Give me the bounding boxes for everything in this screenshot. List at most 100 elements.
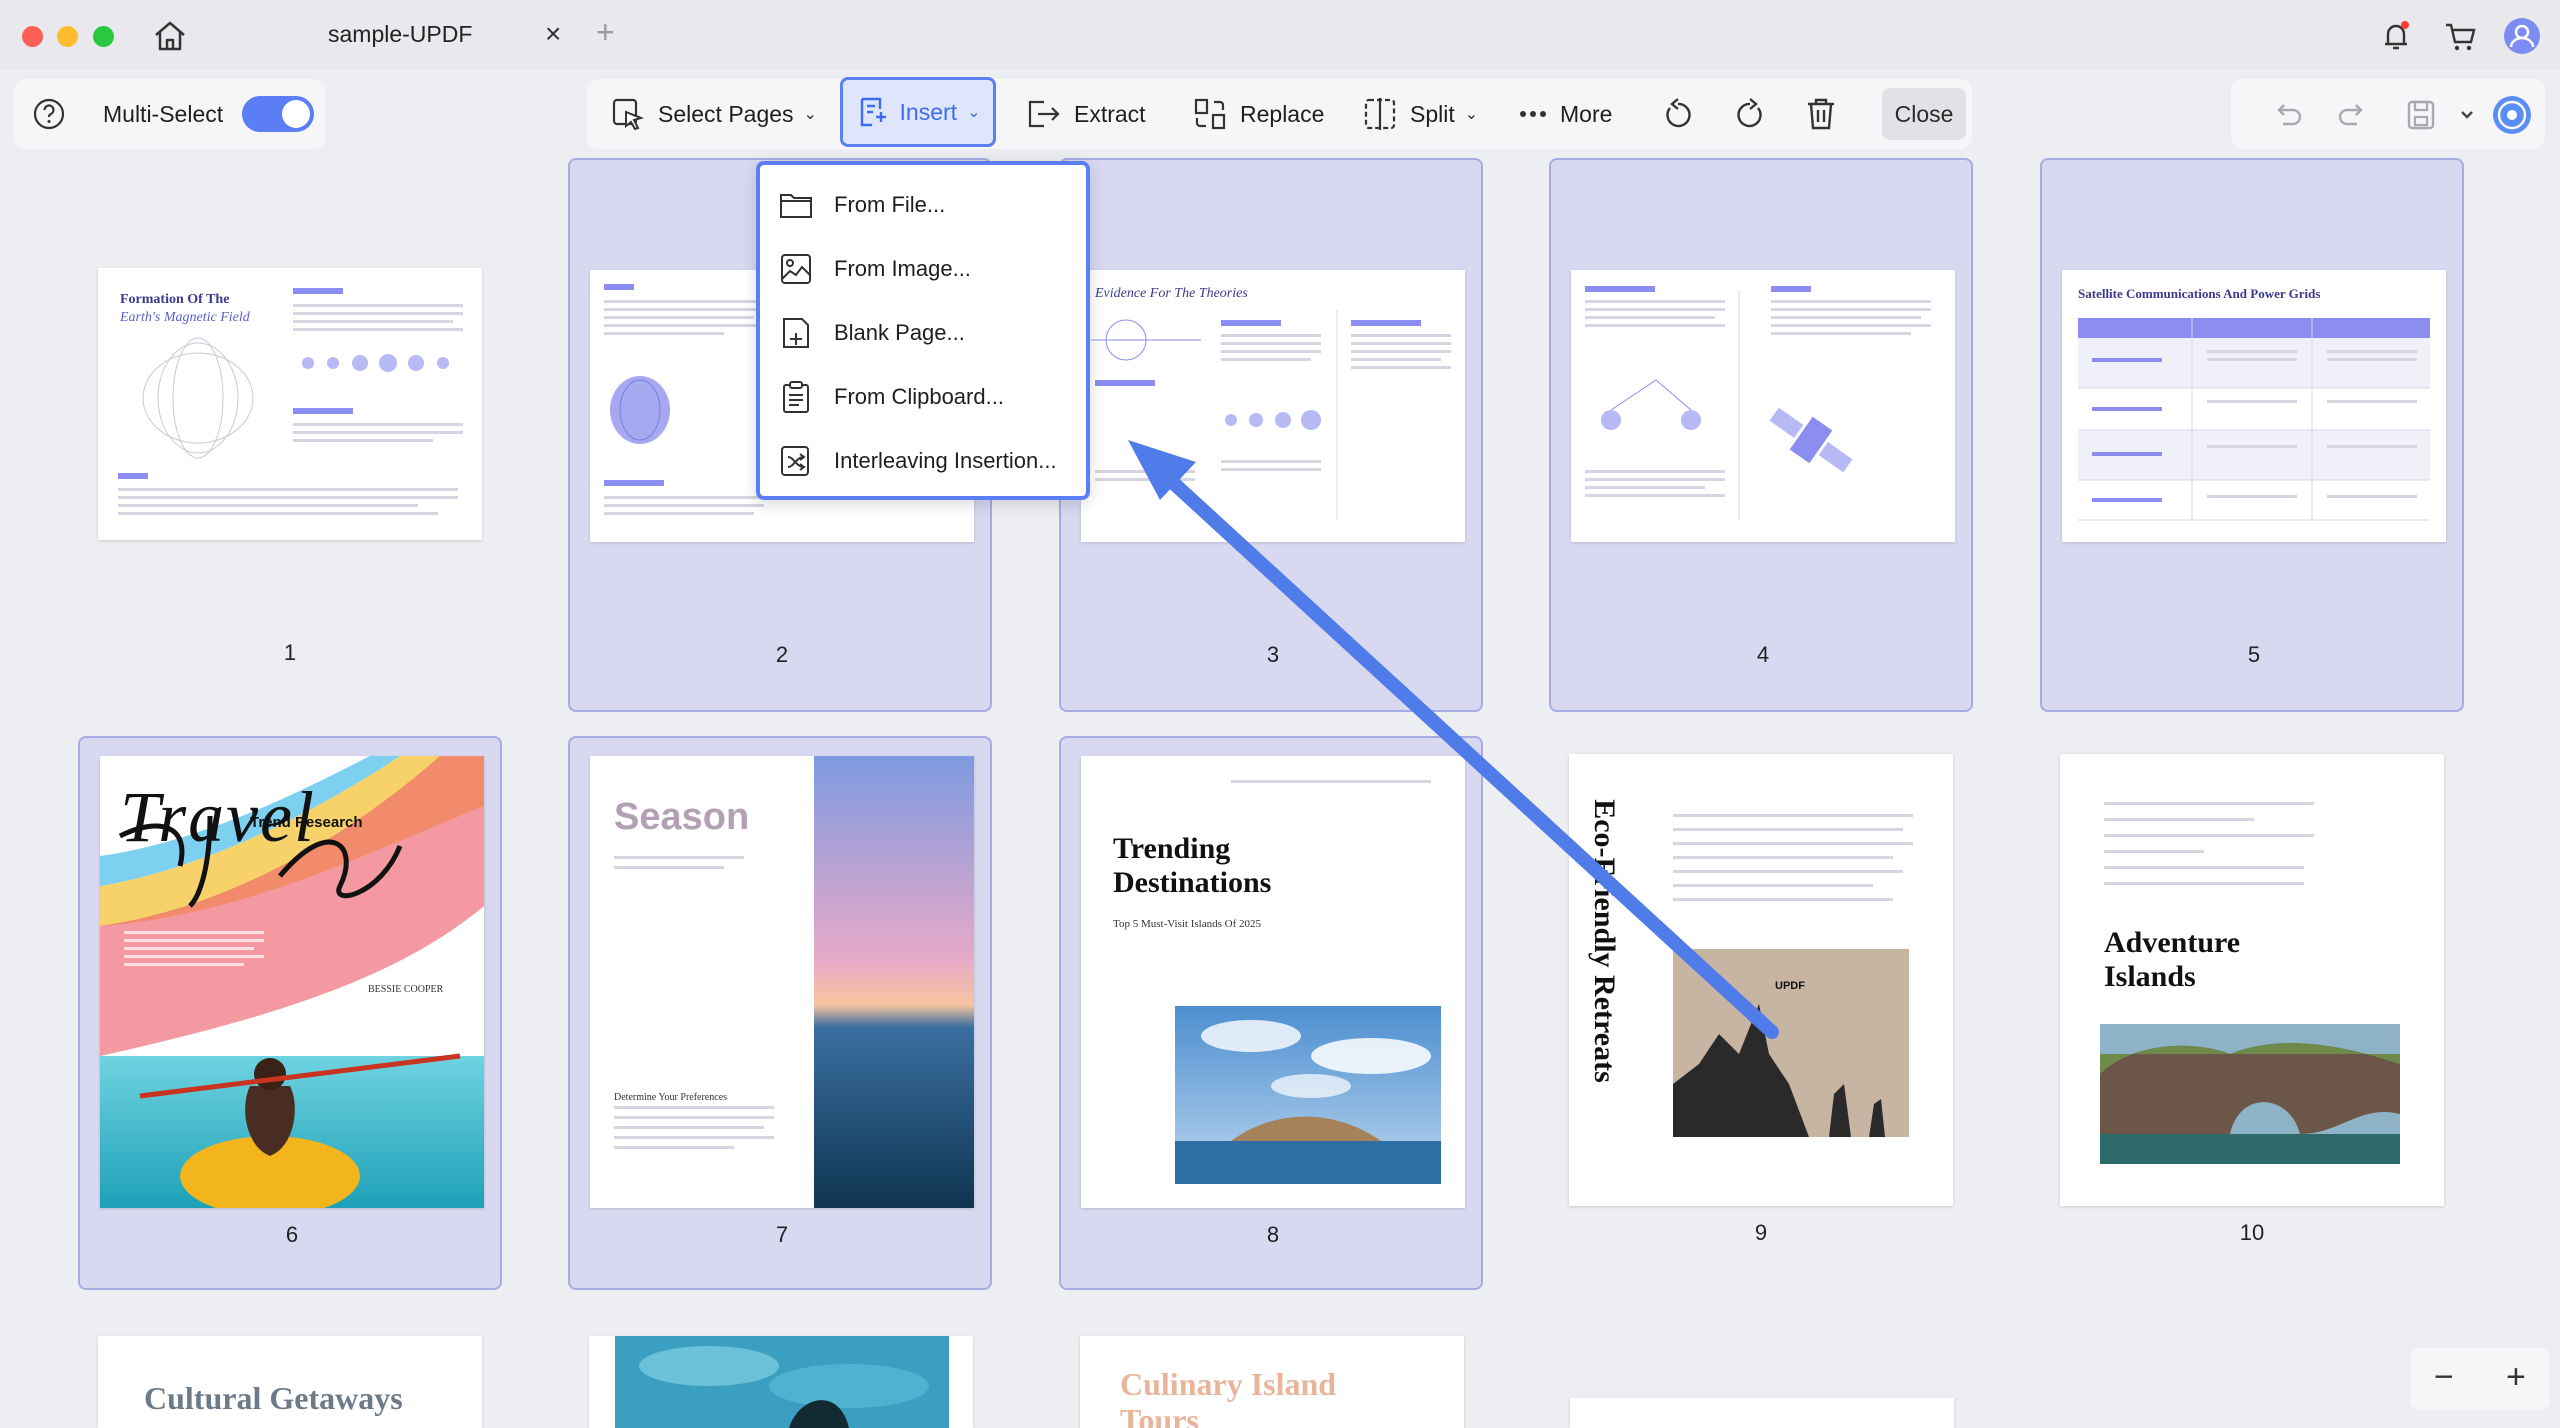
menu-item-from-file[interactable]: From File...: [778, 185, 945, 225]
cart-icon[interactable]: [2440, 16, 2480, 56]
zoom-window-button[interactable]: [93, 26, 114, 47]
page-number: 5: [2247, 642, 2261, 667]
tab-title: sample-UPDF: [328, 21, 473, 47]
page-thumbnail: Cultural Getaways: [98, 1336, 482, 1428]
page-card[interactable]: Evidence For The Theories 3: [1059, 158, 1483, 712]
rotate-right-button[interactable]: [1732, 79, 1780, 149]
menu-item-interleaving-insertion[interactable]: Interleaving Insertion...: [778, 441, 1057, 481]
select-pages-button[interactable]: Select Pages ⌄: [610, 79, 817, 149]
page-thumbnail: Evidence For The Theories: [1081, 270, 1465, 542]
extract-button[interactable]: Extract: [1024, 79, 1146, 149]
underwater-photo: [615, 1336, 949, 1428]
page-title: Travel: [120, 777, 317, 857]
page-number: 4: [1756, 642, 1770, 667]
image-icon: [781, 254, 811, 284]
insert-label: Insert: [899, 98, 958, 125]
page-thumbnail: Season Determine Your Preferences: [590, 756, 974, 1208]
page-card[interactable]: Satellite Communications And Power Grids…: [2040, 158, 2464, 712]
menu-item-from-image[interactable]: From Image...: [778, 249, 971, 289]
select-pages-icon: [612, 98, 645, 131]
zoom-out-button[interactable]: −: [2434, 1358, 2454, 1397]
title-bar: sample-UPDF × +: [0, 0, 2560, 70]
rotate-left-button[interactable]: [1660, 79, 1708, 149]
page-thumbnail: Formation Of The Earth's Magnetic Field: [98, 268, 482, 540]
page-thumbnail: Trending Destinations Top 5 Must-Visit I…: [1081, 756, 1465, 1208]
menu-item-label: From Image...: [834, 256, 971, 281]
page-thumbnail: Culinary Island Tours: [1080, 1336, 1464, 1428]
clipboard-icon: [783, 381, 809, 413]
page-number: 10: [2239, 1220, 2265, 1245]
document-tab[interactable]: sample-UPDF ×: [240, 0, 580, 70]
page-card[interactable]: Eco-Friendly Retreats UPDF 9: [1549, 736, 1973, 1290]
home-icon[interactable]: [150, 18, 190, 54]
zoom-controls: − +: [2410, 1348, 2550, 1410]
delete-button[interactable]: [1804, 79, 1850, 149]
interleave-icon: [781, 446, 809, 476]
page-card[interactable]: 4: [1549, 158, 1973, 712]
page-number: 7: [775, 1222, 789, 1247]
new-tab-button[interactable]: +: [596, 14, 615, 51]
menu-item-label: From File...: [834, 192, 946, 217]
folder-icon: [780, 194, 812, 218]
avatar[interactable]: [2502, 16, 2542, 56]
menu-item-label: Blank Page...: [834, 320, 965, 345]
insert-menu: From File... From Image... Blank Page...…: [756, 161, 1090, 500]
arch-photo: [2100, 802, 2400, 1164]
sunset-photo: [614, 756, 974, 1208]
chevron-down-icon: ⌄: [967, 104, 981, 121]
page-thumbnail: [1571, 270, 1955, 542]
insert-icon: [860, 97, 886, 127]
page-thumbnail: Trend Research Travel BESSIE COOPER: [100, 756, 484, 1208]
redo-icon[interactable]: [2335, 97, 2371, 133]
page-thumbnail: [1570, 1398, 1954, 1428]
extract-icon: [1028, 100, 1060, 128]
more-button[interactable]: More: [1518, 79, 1612, 149]
island-photo: [1175, 780, 1441, 1184]
trash-icon: [1808, 98, 1834, 130]
page-content-illustration: [1585, 286, 1931, 520]
ai-assistant-icon[interactable]: [2491, 94, 2531, 134]
page-number: 8: [1266, 1222, 1280, 1247]
split-label: Split: [1410, 100, 1455, 127]
close-button[interactable]: Close: [1882, 88, 1966, 140]
page-toolbar: Select Pages ⌄ Insert ⌄ Extract Replace …: [586, 77, 1972, 149]
tab-close-button[interactable]: ×: [545, 18, 561, 50]
page-number: 9: [1754, 1220, 1768, 1245]
page-number: 6: [285, 1222, 299, 1247]
help-icon[interactable]: [32, 97, 66, 131]
undo-icon[interactable]: [2269, 97, 2305, 133]
insert-button[interactable]: Insert ⌄: [840, 77, 996, 147]
page-thumbnail: Eco-Friendly Retreats UPDF: [1569, 754, 1953, 1206]
rock-photo: [1673, 814, 1913, 1137]
page-title: Cultural Getaways: [144, 1380, 403, 1416]
magnetic-field-illustration: [118, 288, 463, 515]
rotate-left-icon: [1666, 98, 1691, 128]
toggle-knob: [282, 100, 310, 128]
extract-label: Extract: [1074, 100, 1146, 127]
menu-item-label: Interleaving Insertion...: [834, 448, 1057, 473]
bell-icon[interactable]: [2376, 16, 2416, 56]
page-badge: UPDF: [1775, 980, 1805, 992]
zoom-in-button[interactable]: +: [2506, 1358, 2526, 1397]
select-pages-label: Select Pages: [658, 100, 794, 127]
page-card[interactable]: Trend Research Travel BESSIE COOPER 6: [78, 736, 502, 1290]
page-card[interactable]: Season Determine Your Preferences 7: [568, 736, 992, 1290]
save-icon[interactable]: [2403, 97, 2439, 133]
page-number: 3: [1266, 642, 1280, 667]
replace-button[interactable]: Replace: [1192, 79, 1324, 149]
page-card[interactable]: Adventure Islands 10: [2040, 736, 2464, 1290]
menu-item-from-clipboard[interactable]: From Clipboard...: [778, 377, 1004, 417]
page-card[interactable]: Formation Of The Earth's Magnetic Field …: [78, 158, 502, 712]
chevron-down-icon[interactable]: [2449, 97, 2485, 133]
table-illustration: [2078, 318, 2430, 521]
close-window-button[interactable]: [22, 26, 43, 47]
page-title: Culinary Island Tours: [1120, 1366, 1337, 1428]
multi-select-toggle[interactable]: [242, 96, 314, 132]
menu-item-label: From Clipboard...: [834, 384, 1004, 409]
page-thumbnail: Satellite Communications And Power Grids: [2062, 270, 2446, 542]
split-button[interactable]: Split ⌄: [1362, 79, 1478, 149]
minimize-window-button[interactable]: [57, 26, 78, 47]
page-card[interactable]: Trending Destinations Top 5 Must-Visit I…: [1059, 736, 1483, 1290]
menu-item-blank-page[interactable]: Blank Page...: [778, 313, 965, 353]
chevron-down-icon: ⌄: [1464, 106, 1479, 123]
